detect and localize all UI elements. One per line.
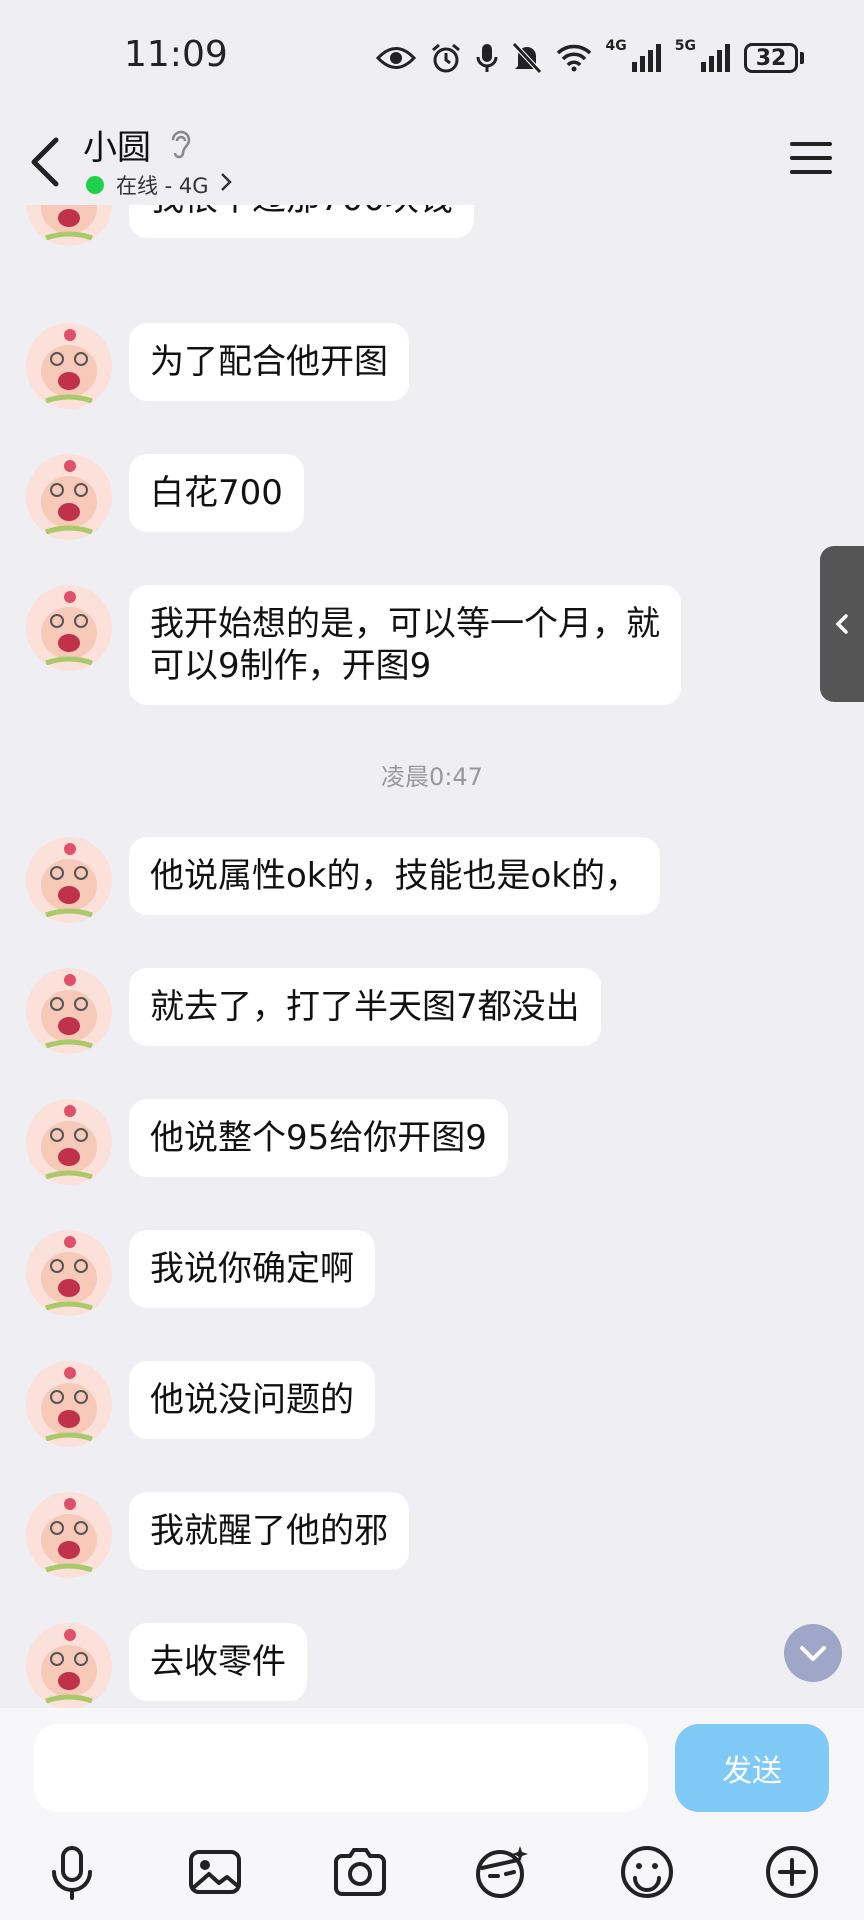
battery-level: 32 (744, 43, 798, 73)
signal-icon-2 (701, 44, 730, 72)
ear-icon (171, 130, 191, 159)
battery-icon: 32 (744, 43, 804, 73)
timestamp: 凌晨0:47 (381, 763, 483, 791)
alarm-icon (431, 43, 460, 73)
signal-icon (631, 44, 661, 72)
input-area: 发送 (0, 1708, 864, 1920)
status-time: 11:09 (124, 34, 228, 75)
emoji-icon[interactable] (617, 1842, 677, 1902)
avatar[interactable] (26, 323, 112, 409)
sticker-icon[interactable] (472, 1842, 532, 1902)
status-bar: 11:09 4G 5G 32 (0, 0, 864, 110)
back-arrow-icon[interactable] (26, 132, 66, 192)
camera-icon[interactable] (330, 1842, 390, 1902)
avatar[interactable] (26, 454, 112, 540)
send-button[interactable]: 发送 (675, 1724, 829, 1812)
message-bubble[interactable]: 他说没问题的 (129, 1361, 375, 1439)
menu-icon[interactable] (790, 138, 832, 178)
chat-header: 小圆 在线 - 4G (0, 110, 864, 205)
chevron-left-icon (835, 614, 848, 634)
mic-status-icon (476, 44, 498, 72)
message-bubble[interactable]: 我就醒了他的邪 (129, 1492, 409, 1570)
avatar[interactable] (26, 837, 112, 923)
net1-label: 4G (605, 38, 627, 54)
avatar[interactable] (26, 1361, 112, 1447)
contact-name[interactable]: 小圆 (83, 120, 151, 169)
input-toolbar (0, 1832, 864, 1912)
image-icon[interactable] (185, 1842, 245, 1902)
message-bubble[interactable]: 为了配合他开图 (129, 323, 409, 401)
avatar[interactable] (26, 1099, 112, 1185)
wifi-icon (556, 44, 591, 72)
chevron-right-icon[interactable] (220, 172, 232, 192)
bell-off-icon (511, 42, 542, 74)
message-bubble[interactable]: 我开始想的是，可以等一个月，就 可以9制作，开图9 (129, 585, 681, 705)
avatar[interactable] (26, 205, 112, 246)
avatar[interactable] (26, 968, 112, 1054)
online-status[interactable]: 在线 - 4G (116, 170, 209, 200)
message-bubble[interactable]: 去收零件 (129, 1623, 307, 1701)
chevron-down-icon (800, 1646, 826, 1661)
plus-icon[interactable] (762, 1842, 822, 1902)
avatar[interactable] (26, 585, 112, 671)
message-bubble[interactable]: 他说属性ok的，技能也是ok的， (129, 837, 660, 915)
message-input[interactable] (34, 1724, 648, 1812)
message-bubble[interactable]: 就去了，打了半天图7都没出 (129, 968, 601, 1046)
side-drawer-tab[interactable] (820, 546, 864, 702)
eye-icon (375, 47, 416, 69)
message-list[interactable]: 我恨不过那700块钱 为了配合他开图 白花700 我开始想的是，可以等一个月，就… (0, 205, 864, 1708)
message-bubble[interactable]: 我恨不过那700块钱 (129, 205, 474, 238)
scroll-to-bottom-button[interactable] (784, 1624, 842, 1682)
message-bubble[interactable]: 他说整个95给你开图9 (129, 1099, 508, 1177)
message-bubble[interactable]: 我说你确定啊 (129, 1230, 375, 1308)
avatar[interactable] (26, 1623, 112, 1708)
avatar[interactable] (26, 1492, 112, 1578)
net2-label: 5G (674, 38, 696, 54)
mic-icon[interactable] (42, 1842, 102, 1902)
message-bubble[interactable]: 白花700 (129, 454, 304, 532)
status-icons: 4G 5G 32 (375, 38, 804, 78)
online-dot (86, 176, 104, 194)
avatar[interactable] (26, 1230, 112, 1316)
